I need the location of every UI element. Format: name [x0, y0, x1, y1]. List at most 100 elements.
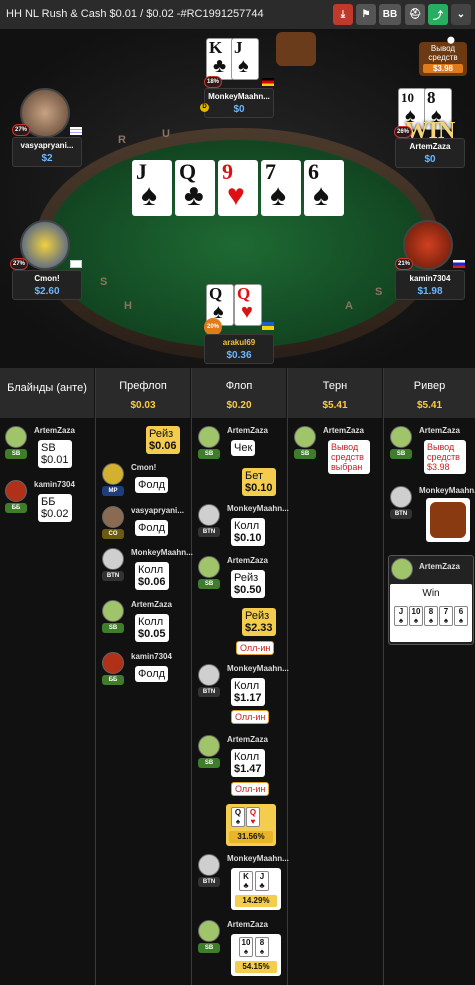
hand-title: HH NL Rush & Cash $0.01 / $0.02 -#RC1991… — [6, 8, 264, 20]
column-header-blinds: Блайнды (анте) — [0, 368, 94, 418]
seat-right-mid[interactable]: kamin7304 $1.98 — [395, 270, 465, 300]
spy-icon[interactable]: ⛑ — [405, 4, 425, 25]
bb-toggle-button[interactable]: BB — [379, 4, 401, 25]
poker-table-area: R U S H A S J ♠ Q ♣ 9 ♥ 7 ♠ 6 ♠ K ♣ J ♠ MonkeyM… — [0, 30, 475, 368]
position-badge: CO — [102, 529, 124, 539]
column-divider — [287, 368, 288, 985]
equity-box: 10 ♠ 8 ♠ 54.15% — [231, 934, 281, 976]
vpip-badge: 26% — [394, 126, 412, 138]
avatar — [198, 426, 220, 448]
win-label: Win — [422, 588, 440, 599]
share-icon[interactable]: ⤴ — [428, 4, 448, 25]
player-name: ArtemZaza — [419, 562, 460, 571]
seat-left-top[interactable]: vasyapryani... $2 — [12, 137, 82, 167]
avatar — [198, 735, 220, 757]
rail-letter: U — [162, 128, 170, 140]
equity-percent: 54.15% — [235, 961, 277, 973]
flag-ua-icon — [262, 322, 274, 330]
rail-letter: A — [345, 300, 353, 312]
player-name: ArtemZaza — [227, 920, 268, 929]
avatar — [5, 426, 27, 448]
seat-bottom-hero[interactable]: arakul69 $0.36 — [204, 334, 274, 364]
action-bubble: Колл $0.05 — [135, 614, 169, 642]
avatar — [198, 854, 220, 876]
avatar — [198, 556, 220, 578]
column-header-preflop: Префлоп $0.03 — [96, 368, 190, 418]
player-name: ArtemZaza — [227, 556, 268, 565]
action-bubble: Фолд — [135, 666, 169, 682]
action-bubble: Колл $1.17 — [231, 678, 265, 706]
hero-equity-box: Q ♠ Q ♥ 31.56% — [226, 804, 276, 846]
board-card: J ♠ — [132, 160, 172, 216]
hole-card: Q ♥ — [234, 284, 262, 326]
avatar — [102, 600, 124, 622]
player-name: vasyapryani... — [131, 506, 184, 515]
flag-icon — [70, 127, 82, 135]
column-divider — [95, 368, 96, 985]
flag-icon[interactable]: ⚑ — [356, 4, 376, 25]
chevron-down-icon[interactable]: ⌄ — [451, 4, 471, 25]
flag-kr-icon — [70, 260, 82, 268]
equity-percent: 31.56% — [229, 831, 273, 843]
vpip-badge: 21% — [395, 258, 413, 270]
cashout-bubble: Вывод средств выбран — [328, 440, 370, 474]
emote-icon — [426, 498, 470, 542]
position-badge: SB — [198, 579, 220, 589]
vpip-badge: 18% — [204, 76, 222, 88]
action-bubble: Рейз $0.50 — [231, 570, 265, 598]
vpip-badge: 27% — [12, 124, 30, 136]
column-divider — [383, 368, 384, 985]
avatar — [294, 426, 316, 448]
action-bubble: Фолд — [135, 477, 169, 493]
position-badge: BTN — [198, 527, 220, 537]
flag-de-icon — [262, 78, 274, 86]
allin-tag: Олл-ин — [236, 641, 275, 655]
download-icon[interactable]: ⤓ — [333, 4, 353, 25]
avatar — [198, 920, 220, 942]
action-bubble: Колл $0.06 — [135, 562, 169, 590]
player-name: MonkeyMaahn... — [131, 548, 193, 557]
column-header-turn: Терн $5.41 — [288, 368, 382, 418]
board-card: 9 ♥ — [218, 160, 258, 216]
player-name: MonkeyMaahn... — [227, 504, 289, 513]
hero-raise-bubble: Рейз $2.33 — [242, 608, 276, 636]
board-card: 6 ♠ — [304, 160, 344, 216]
seat-right-top[interactable]: ArtemZaza $0 — [395, 138, 465, 168]
avatar — [198, 664, 220, 686]
position-badge: SB — [102, 623, 124, 633]
avatar — [102, 506, 124, 528]
player-name: Cmon! — [131, 463, 157, 472]
action-bubble: Колл $0.10 — [231, 518, 265, 546]
player-name: ArtemZaza — [131, 600, 172, 609]
position-badge: SB — [198, 943, 220, 953]
action-bubble: Чек — [231, 440, 256, 456]
position-badge: SB — [294, 449, 316, 459]
player-name: MonkeyMaahn... — [227, 854, 289, 863]
mini-card: K ♣ — [239, 871, 253, 891]
dealer-button-icon: D — [200, 103, 209, 112]
mini-card: J ♠ — [394, 606, 408, 626]
player-name: kamin7304 — [131, 652, 172, 661]
avatar — [390, 426, 412, 448]
equity-box: K ♣ J ♣ 14.29% — [231, 868, 281, 910]
avatar — [198, 504, 220, 526]
mini-card: 7 ♠ — [439, 606, 453, 626]
hero-raise-bubble: Рейз $0.06 — [146, 426, 180, 454]
mini-card: 10 ♠ — [239, 937, 253, 957]
hole-card: K ♣ — [206, 38, 234, 80]
mini-card: 8 ♠ — [424, 606, 438, 626]
seat-left-mid[interactable]: Cmon! $2.60 — [12, 270, 82, 300]
seat-top[interactable]: MonkeyMaahn... $0 — [204, 88, 274, 118]
player-name: kamin7304 — [34, 480, 75, 489]
mini-card: 10 ♠ — [409, 606, 423, 626]
position-badge: BTN — [198, 687, 220, 697]
action-bubble: Фолд — [135, 520, 169, 536]
allin-tag: Олл-ин — [231, 782, 270, 796]
column-header-flop: Флоп $0.20 — [192, 368, 286, 418]
rail-letter: H — [124, 300, 132, 312]
column-header-river: Ривер $5.41 — [384, 368, 475, 418]
position-badge: SB — [5, 449, 27, 459]
action-bubble: SB $0.01 — [38, 440, 72, 468]
logo-icon: ⬤ — [447, 37, 455, 44]
avatar — [102, 463, 124, 485]
